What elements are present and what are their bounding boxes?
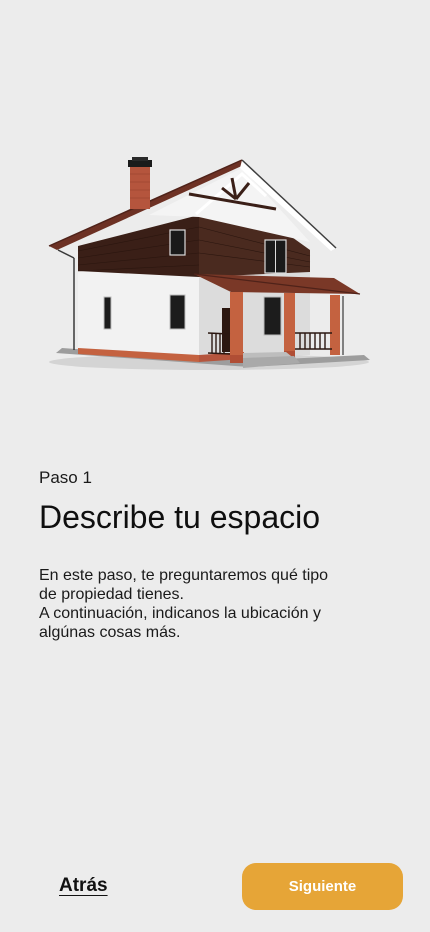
- description-line: de propiedad tienes.: [39, 586, 184, 603]
- step-description: En este paso, te preguntaremos qué tipo …: [39, 566, 379, 642]
- step-label: Paso 1: [39, 468, 92, 487]
- description-line: En este paso, te preguntaremos qué tipo: [39, 567, 329, 584]
- description-line: A continuación, indicanos la ubicación y: [39, 605, 321, 622]
- next-button[interactable]: Siguiente: [242, 863, 403, 910]
- description-line: algúnas cosas más.: [39, 624, 181, 641]
- page-title: Describe tu espacio: [39, 499, 321, 535]
- back-link[interactable]: Atrás: [59, 875, 108, 897]
- house-illustration: [44, 150, 374, 380]
